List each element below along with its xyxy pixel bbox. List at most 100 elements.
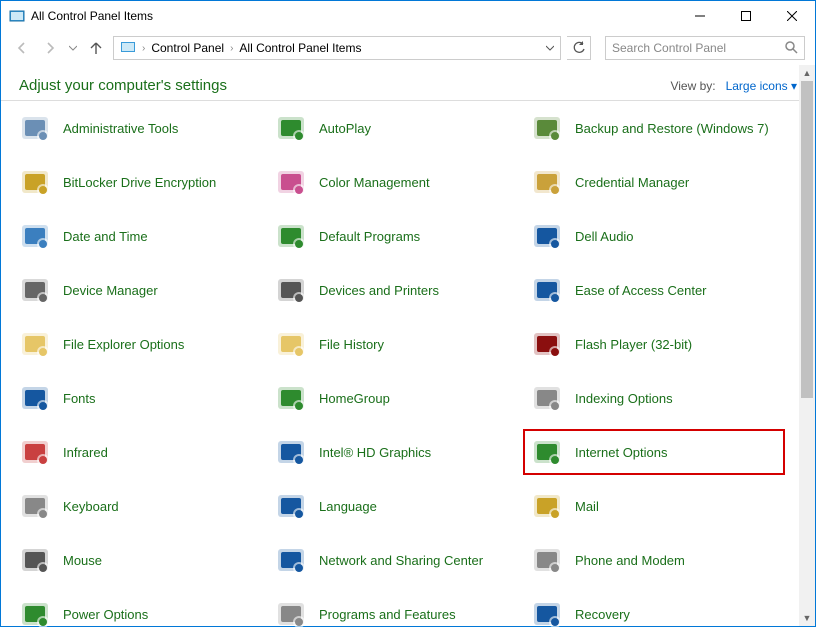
control-panel-item[interactable]: Indexing Options [531, 381, 777, 415]
control-panel-item[interactable]: Default Programs [275, 219, 521, 253]
up-button[interactable] [85, 37, 107, 59]
titlebar: All Control Panel Items [1, 1, 815, 31]
control-panel-item[interactable]: Mouse [19, 543, 265, 577]
item-label: Backup and Restore (Windows 7) [575, 121, 769, 136]
view-by-label: View by: [670, 79, 715, 93]
control-panel-item[interactable]: Credential Manager [531, 165, 777, 199]
backup-icon [531, 112, 563, 144]
vertical-scrollbar[interactable]: ▲ ▼ [799, 65, 815, 626]
infrared-icon [19, 436, 51, 468]
item-label: Keyboard [63, 499, 119, 514]
address-bar[interactable]: › Control Panel › All Control Panel Item… [113, 36, 561, 60]
item-label: Ease of Access Center [575, 283, 707, 298]
control-panel-item[interactable]: Power Options [19, 597, 265, 631]
scroll-down-icon[interactable]: ▼ [799, 610, 815, 626]
recovery-icon [531, 598, 563, 630]
content-area: Adjust your computer's settings View by:… [1, 65, 815, 626]
control-panel-item[interactable]: Date and Time [19, 219, 265, 253]
item-label: Date and Time [63, 229, 148, 244]
item-label: Devices and Printers [319, 283, 439, 298]
control-panel-item[interactable]: Backup and Restore (Windows 7) [531, 111, 777, 145]
phone-modem-icon [531, 544, 563, 576]
search-icon [784, 40, 798, 57]
intel-graphics-icon [275, 436, 307, 468]
refresh-button[interactable] [567, 36, 591, 60]
file-explorer-options-icon [19, 328, 51, 360]
default-programs-icon [275, 220, 307, 252]
credential-icon [531, 166, 563, 198]
view-by-selector[interactable]: View by: Large icons ▾ [670, 79, 797, 93]
control-panel-icon [120, 39, 136, 58]
minimize-button[interactable] [677, 1, 723, 31]
control-panel-item[interactable]: Language [275, 489, 521, 523]
color-mgmt-icon [275, 166, 307, 198]
item-label: Power Options [63, 607, 148, 622]
breadcrumb-root[interactable]: Control Panel [151, 41, 224, 55]
navigation-bar: › Control Panel › All Control Panel Item… [1, 31, 815, 65]
scroll-up-icon[interactable]: ▲ [799, 65, 815, 81]
control-panel-item[interactable]: Ease of Access Center [531, 273, 777, 307]
devices-printers-icon [275, 274, 307, 306]
control-panel-item[interactable]: Keyboard [19, 489, 265, 523]
device-manager-icon [19, 274, 51, 306]
address-dropdown-icon[interactable] [546, 41, 554, 55]
items-grid: Administrative Tools AutoPlay Backup and… [19, 111, 797, 631]
control-panel-item[interactable]: Phone and Modem [531, 543, 777, 577]
homegroup-icon [275, 382, 307, 414]
programs-features-icon [275, 598, 307, 630]
item-label: Mouse [63, 553, 102, 568]
control-panel-item[interactable]: Mail [531, 489, 777, 523]
control-panel-item[interactable]: Intel® HD Graphics [275, 435, 521, 469]
control-panel-item[interactable]: File History [275, 327, 521, 361]
item-label: Indexing Options [575, 391, 673, 406]
control-panel-item[interactable]: Fonts [19, 381, 265, 415]
page-heading: Adjust your computer's settings [19, 77, 227, 94]
forward-button[interactable] [39, 37, 61, 59]
recent-locations-dropdown[interactable] [67, 37, 79, 59]
control-panel-item[interactable]: Administrative Tools [19, 111, 265, 145]
chevron-right-icon: › [230, 43, 233, 54]
control-panel-item[interactable]: Internet Options [523, 429, 785, 475]
search-input[interactable]: Search Control Panel [605, 36, 805, 60]
control-panel-item[interactable]: Network and Sharing Center [275, 543, 521, 577]
scroll-track[interactable] [799, 81, 815, 610]
item-label: Fonts [63, 391, 96, 406]
item-label: Intel® HD Graphics [319, 445, 431, 460]
control-panel-item[interactable]: Devices and Printers [275, 273, 521, 307]
control-panel-item[interactable]: HomeGroup [275, 381, 521, 415]
item-label: File Explorer Options [63, 337, 184, 352]
control-panel-item[interactable]: Dell Audio [531, 219, 777, 253]
back-button[interactable] [11, 37, 33, 59]
item-label: Flash Player (32-bit) [575, 337, 692, 352]
control-panel-item[interactable]: Recovery [531, 597, 777, 631]
control-panel-item[interactable]: Flash Player (32-bit) [531, 327, 777, 361]
item-label: Language [319, 499, 377, 514]
control-panel-item[interactable]: BitLocker Drive Encryption [19, 165, 265, 199]
item-label: Device Manager [63, 283, 158, 298]
control-panel-item[interactable]: Device Manager [19, 273, 265, 307]
control-panel-item[interactable]: Infrared [19, 435, 265, 469]
item-label: Recovery [575, 607, 630, 622]
control-panel-item[interactable]: Color Management [275, 165, 521, 199]
item-label: Default Programs [319, 229, 420, 244]
item-label: Infrared [63, 445, 108, 460]
language-icon [275, 490, 307, 522]
internet-options-icon [531, 436, 563, 468]
item-label: Programs and Features [319, 607, 456, 622]
control-panel-item[interactable]: File Explorer Options [19, 327, 265, 361]
item-label: Network and Sharing Center [319, 553, 483, 568]
datetime-icon [19, 220, 51, 252]
maximize-button[interactable] [723, 1, 769, 31]
fonts-icon [19, 382, 51, 414]
search-placeholder: Search Control Panel [612, 41, 726, 55]
keyboard-icon [19, 490, 51, 522]
item-label: Credential Manager [575, 175, 689, 190]
item-label: BitLocker Drive Encryption [63, 175, 216, 190]
control-panel-item[interactable]: AutoPlay [275, 111, 521, 145]
close-button[interactable] [769, 1, 815, 31]
scroll-thumb[interactable] [801, 81, 813, 398]
breadcrumb-current[interactable]: All Control Panel Items [239, 41, 361, 55]
control-panel-item[interactable]: Programs and Features [275, 597, 521, 631]
autoplay-icon [275, 112, 307, 144]
item-label: Color Management [319, 175, 430, 190]
